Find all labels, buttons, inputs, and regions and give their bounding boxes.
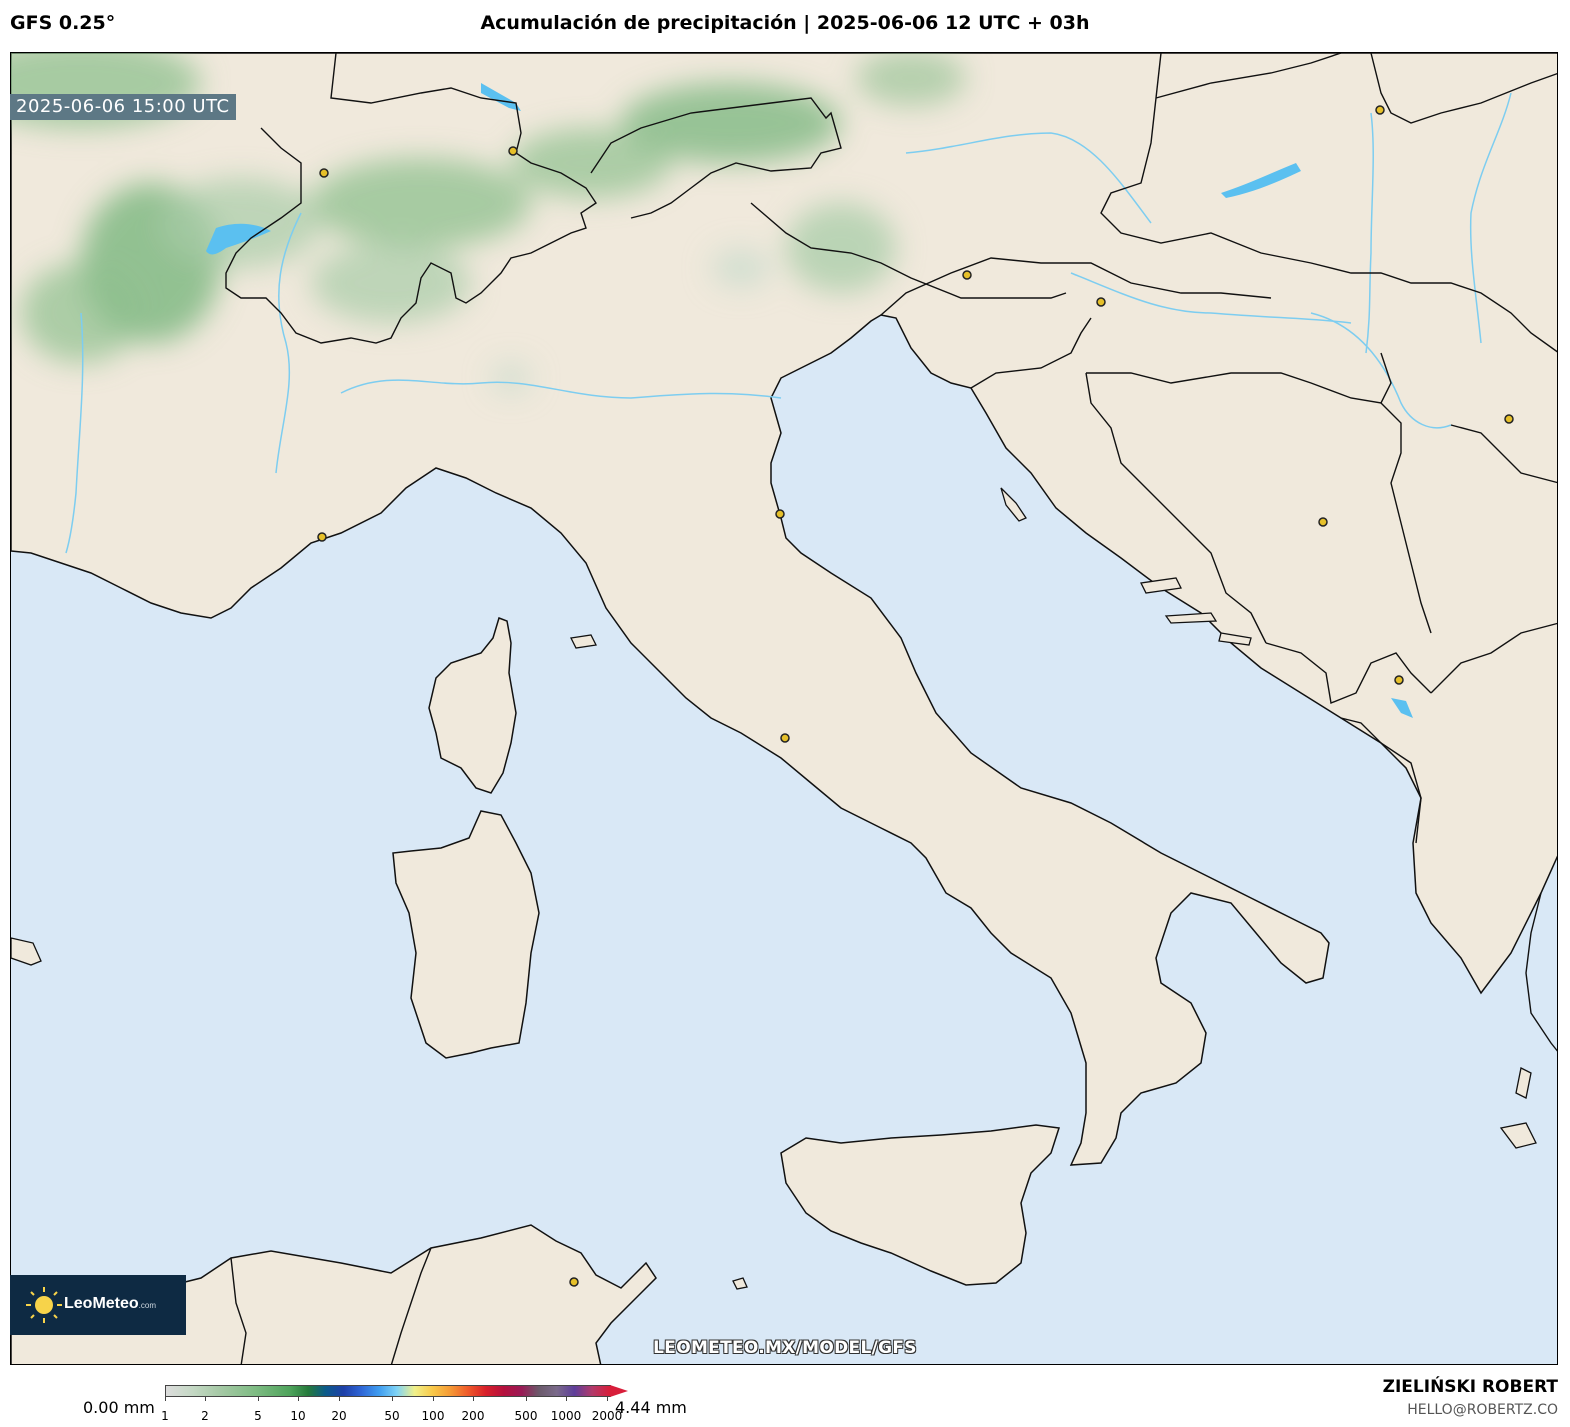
legend-tick-label: 500	[514, 1409, 538, 1423]
legend-tick-mark	[433, 1397, 434, 1401]
legend-tick-mark	[607, 1397, 608, 1401]
valid-time-label: 2025-06-06 15:00 UTC	[10, 94, 236, 120]
leometeo-logo[interactable]: LeoMeteo.com	[10, 1275, 186, 1335]
legend-tick-label: 20	[331, 1409, 347, 1423]
legend-tick-mark	[392, 1397, 393, 1401]
map-title: Acumulación de precipitación | 2025-06-0…	[480, 12, 1090, 34]
legend-min-label: 0.00 mm	[83, 1398, 155, 1417]
legend-colorbar	[165, 1385, 611, 1397]
legend-tick-label: 10	[290, 1409, 306, 1423]
legend-tick-label: 5	[254, 1409, 262, 1423]
legend-tick-mark	[566, 1397, 567, 1401]
author-credit: ZIELIŃSKI ROBERT	[1382, 1377, 1558, 1397]
sun-icon	[26, 1287, 62, 1323]
legend-tick-label: 2	[201, 1409, 209, 1423]
city-marker	[1375, 105, 1385, 115]
city-marker	[569, 1277, 579, 1287]
legend-tick-label: 100	[421, 1409, 445, 1423]
city-marker	[780, 733, 790, 743]
legend-tick-label: 50	[384, 1409, 400, 1423]
city-marker	[775, 509, 785, 519]
legend-tick-label: 1	[161, 1409, 169, 1423]
city-marker	[1096, 297, 1106, 307]
logo-suffix: .com	[138, 1301, 157, 1310]
legend-tick-mark	[298, 1397, 299, 1401]
legend-tick-mark	[339, 1397, 340, 1401]
legend-tick-mark	[258, 1397, 259, 1401]
city-marker	[1394, 675, 1404, 685]
city-marker	[319, 168, 329, 178]
watermark-url: LEOMETEO.MX/MODEL/GFS	[653, 1338, 917, 1358]
legend-arrow	[610, 1385, 628, 1397]
legend-tick-mark	[526, 1397, 527, 1401]
logo-brand: LeoMeteo	[64, 1295, 139, 1312]
city-marker	[317, 532, 327, 542]
legend-max-label: 4.44 mm	[615, 1398, 687, 1417]
map-canvas[interactable]	[10, 52, 1558, 1365]
legend-tick-mark	[473, 1397, 474, 1401]
legend-tick-mark	[205, 1397, 206, 1401]
city-marker	[1318, 517, 1328, 527]
city-marker	[508, 146, 518, 156]
legend-tick-label: 200	[461, 1409, 485, 1423]
land-island	[570, 634, 597, 649]
city-marker	[962, 270, 972, 280]
map-svg	[11, 53, 1557, 1364]
legend-tick-label: 1000	[550, 1409, 582, 1423]
legend-tick-label: 2000	[591, 1409, 623, 1423]
city-marker	[1504, 414, 1514, 424]
author-email[interactable]: HELLO@ROBERTZ.CO	[1407, 1402, 1558, 1418]
legend-tick-mark	[165, 1397, 166, 1401]
logo-text: LeoMeteo.com	[64, 1295, 156, 1313]
